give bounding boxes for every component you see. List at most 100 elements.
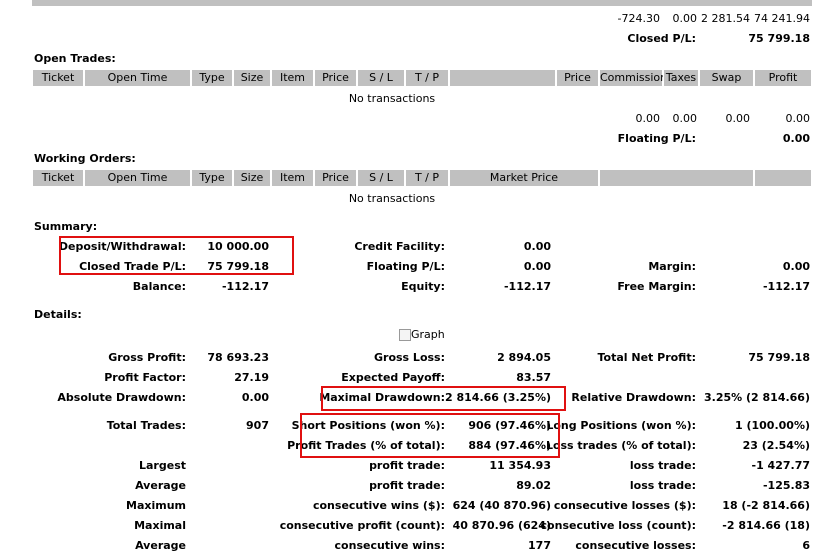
- open-trades-header-col-9: Price: [556, 69, 599, 87]
- summary-value-r1-c2: 0.00: [523, 260, 551, 273]
- summary-label-r0-c2: Credit Facility:: [354, 240, 445, 253]
- details-label-r6-c1: Average: [135, 479, 186, 492]
- open-trades-header-col-12: Swap: [699, 69, 754, 87]
- summary-label-r2-c1: Balance:: [132, 280, 186, 293]
- closed-swap: 2 281.54: [701, 12, 750, 25]
- open-trades-header-col-13: Profit: [754, 69, 812, 87]
- details-label-r8-c1: Maximal: [134, 519, 186, 532]
- details-value-r2-c3: 3.25% (2 814.66): [704, 391, 810, 404]
- highlight-box-positions: [300, 413, 560, 458]
- summary-title: Summary:: [34, 220, 98, 233]
- working-orders-header-col-6: S / L: [357, 169, 405, 187]
- details-value-r3-c3: 1 (100.00%): [734, 419, 810, 432]
- details-label-r4-c3: Loss trades (% of total):: [545, 439, 696, 452]
- details-label-r6-c3: loss trade:: [629, 479, 696, 492]
- open-trades-header-col-2: Type: [191, 69, 233, 87]
- details-label-r3-c1: Total Trades:: [106, 419, 186, 432]
- details-value-r5-c2: 11 354.93: [489, 459, 551, 472]
- summary-value-r2-c1: -112.17: [221, 280, 269, 293]
- open-trades-title: Open Trades:: [34, 52, 116, 65]
- summary-label-r1-c2: Floating P/L:: [366, 260, 445, 273]
- details-label-r9-c1: Average: [135, 539, 186, 552]
- details-value-r7-c2: 624 (40 870.96): [452, 499, 551, 512]
- working-orders-header-col-0: Ticket: [32, 169, 84, 187]
- details-label-r2-c3: Relative Drawdown:: [571, 391, 696, 404]
- details-label-r5-c1: Largest: [139, 459, 186, 472]
- closed-commission: -724.30: [617, 12, 660, 25]
- details-title: Details:: [34, 308, 82, 321]
- details-label-r0-c3: Total Net Profit:: [597, 351, 697, 364]
- details-value-r9-c3: 6: [802, 539, 810, 552]
- open-trades-header-col-7: T / P: [405, 69, 449, 87]
- open-trades-header-col-3: Size: [233, 69, 271, 87]
- details-value-r5-c3: -1 427.77: [751, 459, 811, 472]
- summary-value-r2-c2: -112.17: [503, 280, 551, 293]
- details-label-r0-c2: Gross Loss:: [374, 351, 445, 364]
- working-orders-empty: No transactions: [348, 192, 436, 205]
- details-value-r6-c2: 89.02: [516, 479, 551, 492]
- details-value-r0-c3: 75 799.18: [748, 351, 810, 364]
- highlight-box-drawdown: [321, 386, 566, 411]
- broken-image-icon: [399, 329, 411, 341]
- open-trades-header-col-10: Commission: [599, 69, 667, 87]
- summary-value-r0-c2: 0.00: [523, 240, 551, 253]
- details-label-r5-c3: loss trade:: [629, 459, 696, 472]
- details-value-r7-c3: 18 (-2 814.66): [722, 499, 810, 512]
- working-orders-header-col-9: [599, 169, 754, 187]
- details-value-r1-c2: 83.57: [516, 371, 551, 384]
- working-orders-header-col-7: T / P: [405, 169, 449, 187]
- details-label-r5-c2: profit trade:: [369, 459, 445, 472]
- floating-pl-label: Floating P/L:: [617, 132, 696, 145]
- graph-alt-text: Graph: [411, 328, 445, 341]
- working-orders-header-col-3: Size: [233, 169, 271, 187]
- summary-value-r2-c3: -112.17: [762, 280, 810, 293]
- details-value-r4-c3: 23 (2.54%): [742, 439, 810, 452]
- details-label-r1-c2: Expected Payoff:: [341, 371, 445, 384]
- details-value-r8-c2: 40 870.96 (624): [452, 519, 551, 532]
- details-label-r9-c3: consecutive losses:: [575, 539, 696, 552]
- working-orders-header-col-5: Price: [314, 169, 357, 187]
- working-orders-header-col-4: Item: [271, 169, 314, 187]
- open-commission-total: 0.00: [635, 112, 661, 125]
- top-partial-row: [32, 0, 812, 6]
- open-trades-header-col-6: S / L: [357, 69, 405, 87]
- summary-label-r1-c3: Margin:: [648, 260, 696, 273]
- closed-pl-label: Closed P/L:: [627, 32, 696, 45]
- details-value-r0-c1: 78 693.23: [207, 351, 269, 364]
- highlight-box-deposit: [59, 236, 294, 275]
- details-value-r6-c3: -125.83: [762, 479, 810, 492]
- details-label-r7-c3: consecutive losses ($):: [553, 499, 696, 512]
- details-value-r3-c1: 907: [246, 419, 269, 432]
- open-taxes-total: 0.00: [672, 112, 698, 125]
- details-value-r0-c2: 2 894.05: [497, 351, 551, 364]
- open-profit-total: 0.00: [785, 112, 811, 125]
- details-label-r2-c1: Absolute Drawdown:: [57, 391, 186, 404]
- floating-pl-value: 0.00: [782, 132, 810, 145]
- details-value-r8-c3: -2 814.66 (18): [722, 519, 810, 532]
- details-value-r1-c1: 27.19: [234, 371, 269, 384]
- open-trades-header-col-0: Ticket: [32, 69, 84, 87]
- summary-label-r2-c3: Free Margin:: [617, 280, 696, 293]
- working-orders-header-col-8: Market Price: [449, 169, 599, 187]
- details-label-r8-c3: consecutive loss (count):: [540, 519, 696, 532]
- summary-value-r1-c3: 0.00: [782, 260, 810, 273]
- details-value-r9-c2: 177: [528, 539, 551, 552]
- closed-profit: 74 241.94: [754, 12, 810, 25]
- details-label-r8-c2: consecutive profit (count):: [279, 519, 445, 532]
- open-trades-header-col-8: [449, 69, 556, 87]
- graph-image: Graph: [399, 327, 445, 343]
- details-label-r7-c2: consecutive wins ($):: [312, 499, 445, 512]
- open-trades-header-col-11: Taxes: [663, 69, 699, 87]
- working-orders-title: Working Orders:: [34, 152, 136, 165]
- details-label-r6-c2: profit trade:: [369, 479, 445, 492]
- working-orders-header-col-2: Type: [191, 169, 233, 187]
- open-trades-empty: No transactions: [348, 92, 436, 105]
- working-orders-header-col-1: Open Time: [84, 169, 191, 187]
- details-label-r0-c1: Gross Profit:: [108, 351, 186, 364]
- working-orders-header-col-10: [754, 169, 812, 187]
- details-label-r9-c2: consecutive wins:: [334, 539, 445, 552]
- open-trades-header-col-4: Item: [271, 69, 314, 87]
- details-label-r1-c1: Profit Factor:: [104, 371, 186, 384]
- details-value-r2-c1: 0.00: [241, 391, 269, 404]
- closed-taxes: 0.00: [672, 12, 698, 25]
